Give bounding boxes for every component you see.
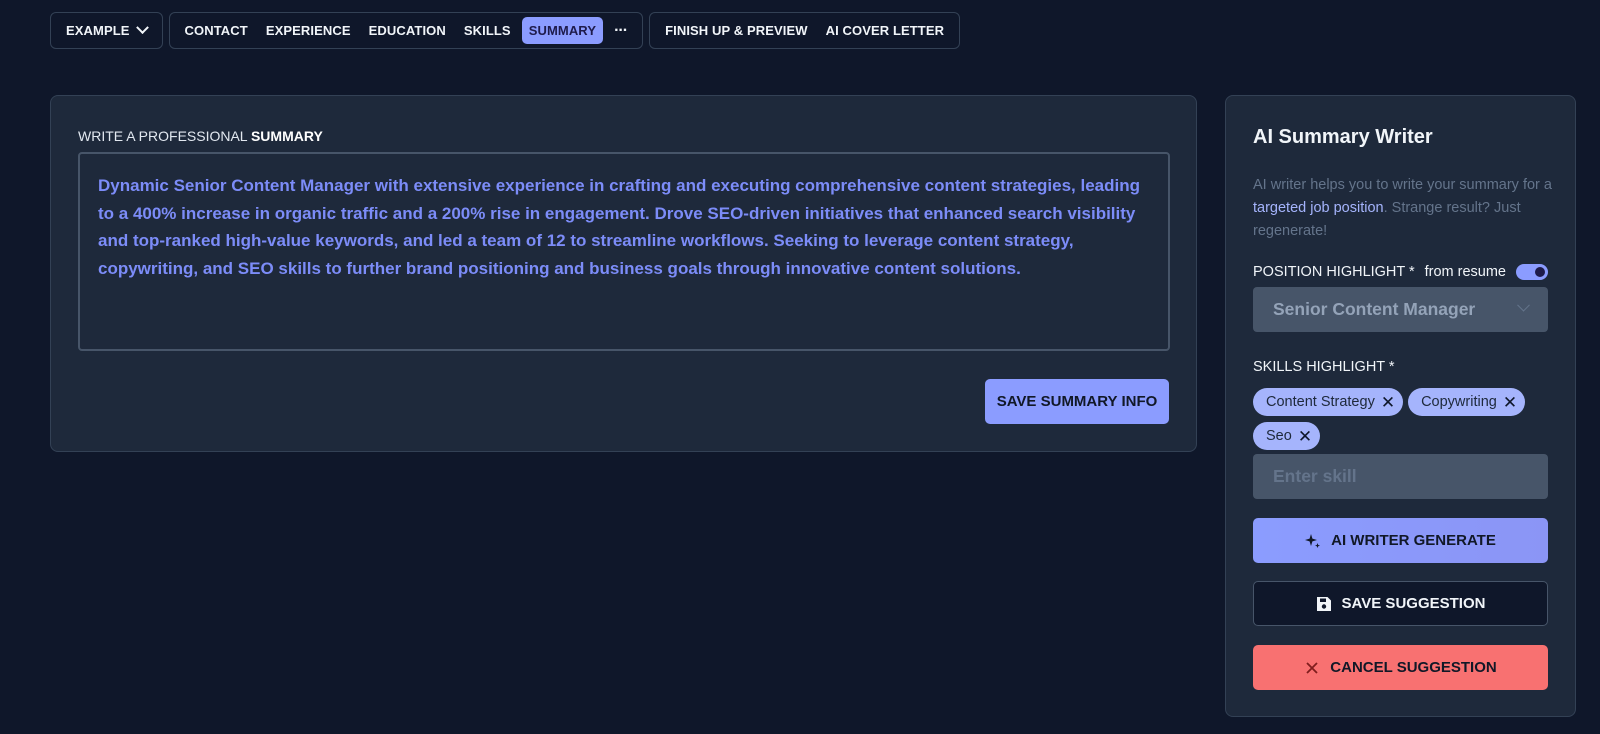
panel-description: AI writer helps you to write your summar… <box>1253 174 1553 243</box>
tab-summary[interactable]: SUMMARY <box>521 17 604 44</box>
close-icon <box>1306 661 1318 674</box>
tab-experience[interactable]: EXPERIENCE <box>259 17 358 44</box>
section-tabs: CONTACT EXPERIENCE EDUCATION SKILLS SUMM… <box>168 12 644 49</box>
skill-chip: Copywriting ✕ <box>1408 388 1526 416</box>
tab-finish-preview[interactable]: FINISH UP & PREVIEW <box>658 17 815 44</box>
generate-label: AI WRITER GENERATE <box>1331 532 1496 549</box>
summary-card: WRITE A PROFESSIONAL SUMMARY Dynamic Sen… <box>50 95 1197 452</box>
more-icon[interactable]: ··· <box>607 20 634 42</box>
top-navigation: EXAMPLE CONTACT EXPERIENCE EDUCATION SKI… <box>50 12 961 49</box>
skill-chips: Content Strategy ✕ Copywriting ✕ Seo ✕ <box>1253 388 1553 450</box>
close-icon[interactable]: ✕ <box>1298 428 1312 445</box>
skill-chip-label: Content Strategy <box>1266 394 1375 410</box>
save-suggestion-label: SAVE SUGGESTION <box>1341 595 1486 612</box>
close-icon[interactable]: ✕ <box>1381 394 1395 411</box>
from-resume-toggle-wrap: from resume <box>1425 264 1548 280</box>
skill-chip-label: Seo <box>1266 428 1292 444</box>
from-resume-label: from resume <box>1424 264 1506 280</box>
cancel-suggestion-label: CANCEL SUGGESTION <box>1330 659 1497 676</box>
position-highlight-label: POSITION HIGHLIGHT * <box>1253 264 1415 280</box>
skills-highlight-label: SKILLS HIGHLIGHT * <box>1253 359 1395 375</box>
ai-writer-generate-button[interactable]: AI WRITER GENERATE <box>1253 518 1548 563</box>
finish-group: FINISH UP & PREVIEW AI COVER LETTER <box>649 12 961 49</box>
summary-textarea[interactable]: Dynamic Senior Content Manager with exte… <box>78 152 1170 351</box>
ai-summary-panel: AI Summary Writer AI writer helps you to… <box>1225 95 1576 717</box>
position-select[interactable]: Senior Content Manager <box>1253 287 1548 332</box>
chevron-down-icon <box>1517 298 1530 312</box>
example-dropdown[interactable]: EXAMPLE <box>59 17 154 44</box>
tab-education[interactable]: EDUCATION <box>362 17 453 44</box>
floppy-disk-icon <box>1316 596 1331 611</box>
cancel-suggestion-button[interactable]: CANCEL SUGGESTION <box>1253 645 1548 690</box>
skill-chip: Content Strategy ✕ <box>1253 388 1404 416</box>
from-resume-toggle[interactable] <box>1516 264 1548 280</box>
sparkle-icon <box>1305 533 1321 548</box>
summary-label-bold: SUMMARY <box>250 128 323 144</box>
desc-before: AI writer helps you to write your summar… <box>1253 177 1552 193</box>
example-label: EXAMPLE <box>66 23 130 38</box>
chevron-down-icon <box>135 21 149 35</box>
save-suggestion-button[interactable]: SAVE SUGGESTION <box>1253 581 1548 626</box>
skill-input[interactable] <box>1253 454 1548 499</box>
summary-section-label: WRITE A PROFESSIONAL SUMMARY <box>78 128 323 144</box>
skill-chip: Seo ✕ <box>1253 422 1321 450</box>
example-group: EXAMPLE <box>50 12 163 49</box>
tab-skills[interactable]: SKILLS <box>457 17 518 44</box>
close-icon[interactable]: ✕ <box>1503 394 1517 411</box>
skill-chip-label: Copywriting <box>1421 394 1497 410</box>
summary-label-prefix: WRITE A PROFESSIONAL <box>78 128 251 144</box>
save-summary-button[interactable]: SAVE SUMMARY INFO <box>985 379 1169 424</box>
panel-title: AI Summary Writer <box>1253 126 1433 148</box>
targeted-job-position-link[interactable]: targeted job position <box>1253 200 1384 216</box>
tab-ai-cover-letter[interactable]: AI COVER LETTER <box>819 17 952 44</box>
tab-contact[interactable]: CONTACT <box>178 17 255 44</box>
position-value: Senior Content Manager <box>1273 299 1476 319</box>
